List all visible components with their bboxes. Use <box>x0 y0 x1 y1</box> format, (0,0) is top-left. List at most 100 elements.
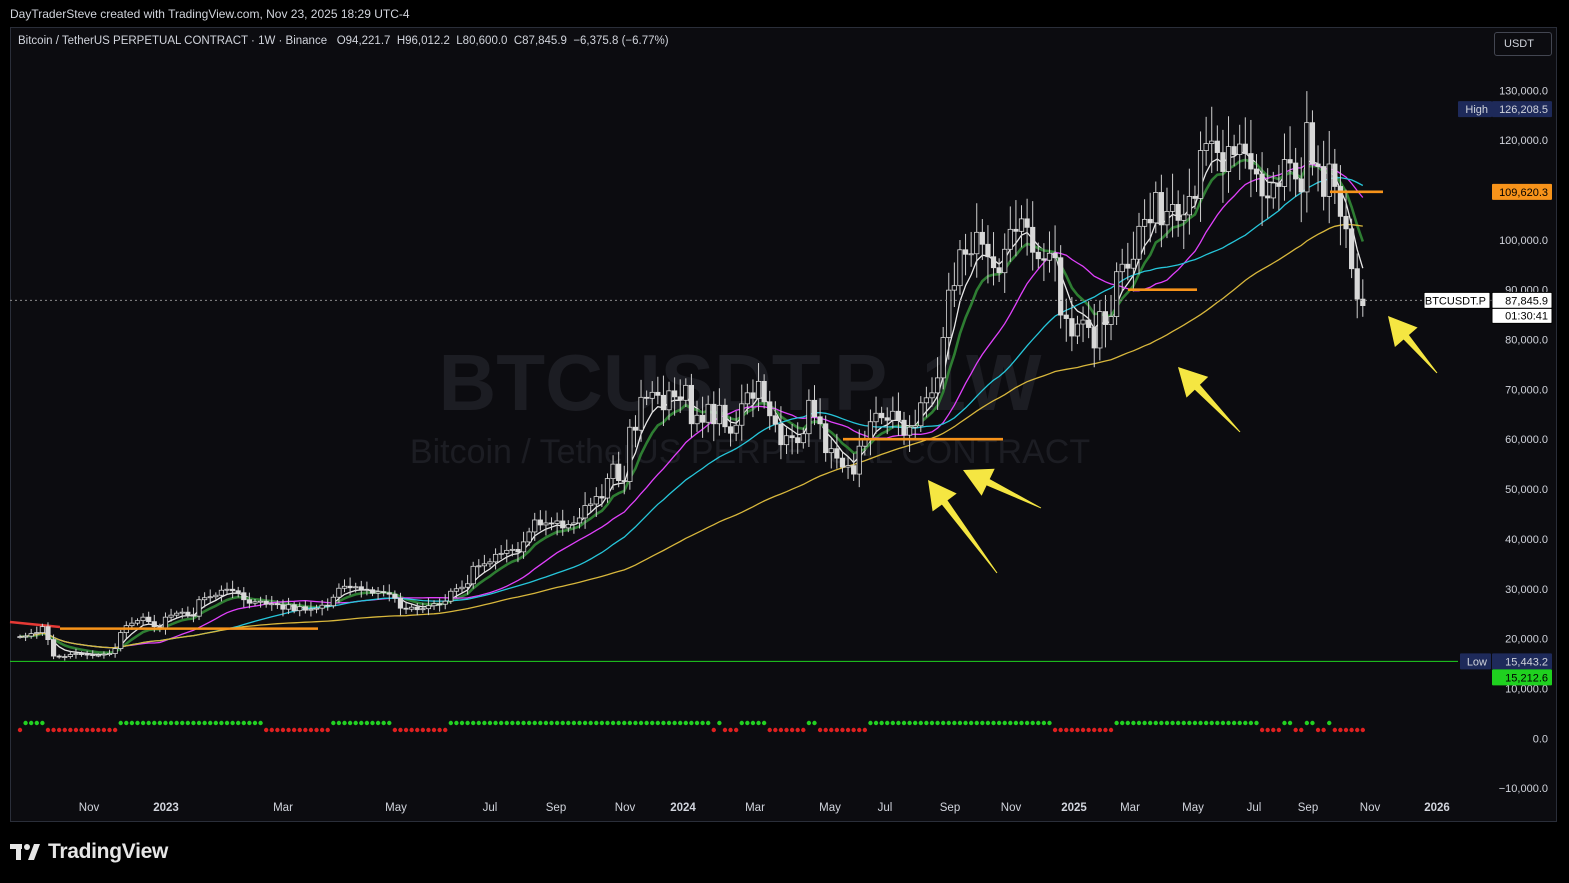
candle-body-down <box>834 448 840 459</box>
signal-dot-red <box>297 727 302 733</box>
signal-dot-red <box>1075 727 1080 733</box>
candle-body-up <box>39 626 45 634</box>
candle <box>1326 131 1332 224</box>
candle <box>1293 147 1299 197</box>
candle-body-up <box>213 594 219 598</box>
signal-dot-green <box>40 720 45 726</box>
candle-body-up <box>946 289 952 338</box>
signal-dot-red <box>426 727 431 733</box>
signal-dot-green <box>694 720 700 726</box>
candle <box>140 613 146 626</box>
candle <box>302 600 308 614</box>
candle <box>1214 125 1220 172</box>
signal-dot-green <box>129 720 135 726</box>
signal-dot-red <box>862 727 868 733</box>
signal-dot-green <box>1142 720 1147 726</box>
arrow-2 <box>963 468 1042 509</box>
candle-body-up <box>867 421 874 440</box>
candle-body-up <box>67 654 73 657</box>
candle <box>442 594 448 610</box>
signal-dot-green <box>879 720 884 726</box>
candle-body-up <box>1130 258 1137 269</box>
candle-body-down <box>1069 318 1075 337</box>
signal-dot-green <box>571 720 577 726</box>
signal-dot-red <box>443 727 448 733</box>
candle <box>1231 134 1237 167</box>
arrow-3 <box>1178 367 1241 433</box>
candle <box>392 590 398 603</box>
candle-body-up <box>95 654 101 657</box>
signal-dot-green <box>918 720 923 726</box>
tradingview-logo[interactable]: TradingView <box>10 840 168 864</box>
signal-dot-red <box>112 727 118 733</box>
candle <box>476 559 482 576</box>
signal-dot-green <box>1287 720 1293 726</box>
signal-dot-green <box>1304 720 1310 726</box>
candle-body-up <box>218 589 225 596</box>
low-label-tag: Low <box>1460 653 1491 670</box>
signal-dot-green <box>135 720 140 726</box>
candle-body-down <box>1147 218 1153 224</box>
signal-dot-green <box>610 720 616 726</box>
candle-body-down <box>1321 166 1327 197</box>
candle-body-down <box>655 391 661 396</box>
candle-body-down <box>1287 159 1293 164</box>
time-axis-label: May <box>385 802 407 814</box>
candle-body-down <box>437 603 443 606</box>
candle-body-up <box>453 588 460 592</box>
candle-body-down <box>1349 228 1355 270</box>
price-chart[interactable]: BTCUSDT.P, 1W Bitcoin / TetherUS PERPETU… <box>0 0 1569 883</box>
time-axis-label: Mar <box>1120 802 1140 814</box>
countdown-tag-text: 01:30:41 <box>1505 310 1548 322</box>
candle-body-down <box>1035 251 1041 260</box>
candle-body-down <box>325 604 331 607</box>
candle-body-up <box>918 402 924 427</box>
candle-body-down <box>1248 153 1254 170</box>
signal-dot-red <box>1064 727 1069 733</box>
candle <box>1052 225 1058 282</box>
candle-body-up <box>733 424 739 434</box>
signal-dot-green <box>196 720 202 726</box>
signal-dot-green <box>650 720 655 726</box>
candle-body-down <box>688 384 695 425</box>
signal-dot-red <box>1080 727 1086 733</box>
signal-dot-red <box>1259 727 1265 733</box>
signal-dot-green <box>566 720 571 726</box>
candle-body-up <box>1108 316 1114 325</box>
candle-body-up <box>1007 228 1013 250</box>
currency-button[interactable]: USDT <box>1494 32 1552 56</box>
candle-body-up <box>1304 122 1310 193</box>
candle-body-down <box>778 423 784 446</box>
symbol-name: Bitcoin / TetherUS PERPETUAL CONTRACT · … <box>18 35 328 47</box>
candle-body-up <box>627 426 633 482</box>
signal-dot-green <box>28 720 34 726</box>
candle-body-down <box>1052 252 1058 259</box>
candle-body-up <box>34 632 40 635</box>
candle-body-down <box>795 437 801 444</box>
signal-dot-red <box>269 727 274 733</box>
signal-dot-red <box>431 727 437 733</box>
time-axis-label: 2023 <box>153 802 179 814</box>
signal-dot-red <box>96 727 101 733</box>
candle-body-down <box>45 626 51 640</box>
ohlc-open: O94,221.7 <box>336 35 391 47</box>
candle-body-down <box>151 621 157 628</box>
signal-dot-green <box>605 720 610 726</box>
candle <box>1141 199 1148 255</box>
candle-body-up <box>459 586 465 590</box>
signal-dot-green <box>236 720 241 726</box>
signal-dot-green <box>247 720 252 726</box>
signal-dot-green <box>174 720 179 726</box>
signal-dot-red <box>398 727 403 733</box>
candle-body-up <box>1237 143 1243 155</box>
signal-dot-red <box>795 727 800 733</box>
candle-body-up <box>1181 214 1187 221</box>
candle-body-down <box>1253 168 1260 175</box>
candle-body-down <box>241 592 247 601</box>
candle <box>341 579 348 593</box>
candle-body-down <box>823 423 829 454</box>
signal-dot-green <box>739 720 744 726</box>
signal-dot-green <box>890 720 896 726</box>
signal-dot-green <box>252 720 258 726</box>
candle-body-down <box>1315 163 1321 167</box>
